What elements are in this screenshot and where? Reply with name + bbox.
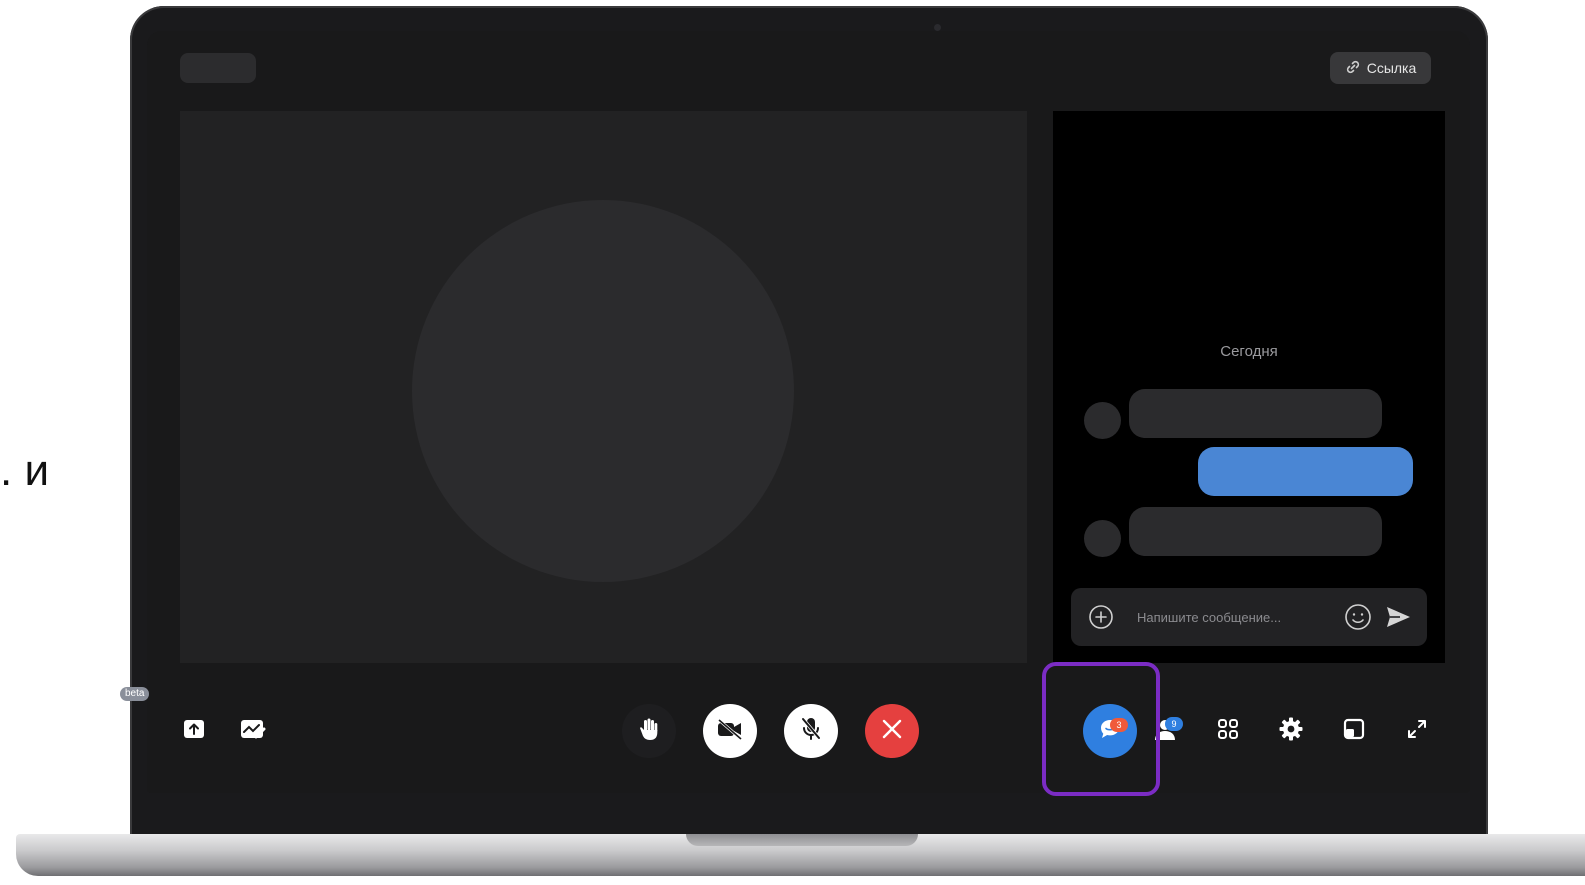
chat-button-highlight (1042, 662, 1160, 796)
participants-count-badge: 9 (1165, 717, 1183, 731)
whiteboard-button[interactable] (238, 717, 268, 745)
expand-icon (1406, 718, 1428, 745)
fullscreen-button[interactable] (1403, 717, 1431, 745)
chat-message-outgoing (1198, 447, 1413, 496)
video-call-screen: Ссылка Сегодня (147, 31, 1470, 793)
link-icon (1345, 59, 1361, 78)
camera-off-icon (716, 718, 744, 745)
copy-link-label: Ссылка (1366, 60, 1417, 76)
grid-icon (1216, 717, 1240, 746)
end-call-button[interactable] (865, 704, 919, 758)
share-screen-button[interactable] (180, 717, 208, 745)
settings-button[interactable] (1277, 717, 1305, 745)
chat-message-incoming (1129, 389, 1382, 438)
send-icon[interactable] (1383, 602, 1413, 632)
microphone-toggle-button[interactable] (784, 704, 838, 758)
layout-button[interactable] (1214, 717, 1242, 745)
side-caption: . и (0, 446, 50, 495)
close-icon (881, 718, 903, 745)
picture-in-picture-button[interactable] (1340, 717, 1368, 745)
meeting-title-placeholder (180, 53, 256, 83)
beta-badge: beta (120, 687, 150, 701)
emoji-icon[interactable] (1343, 602, 1373, 632)
participant-avatar (412, 200, 794, 582)
camera-toggle-button[interactable] (703, 704, 757, 758)
gear-icon (1278, 716, 1304, 747)
message-avatar (1084, 402, 1121, 439)
webcam (934, 24, 941, 31)
raise-hand-button[interactable] (622, 704, 676, 758)
chat-date-separator: Сегодня (1220, 343, 1278, 360)
upload-icon (182, 717, 206, 746)
video-tile (180, 111, 1027, 663)
message-input[interactable] (1135, 608, 1343, 626)
attach-plus-icon[interactable] (1087, 603, 1115, 631)
hand-icon (638, 717, 660, 746)
message-avatar (1084, 520, 1121, 557)
window-icon (1343, 718, 1365, 745)
laptop-notch (686, 834, 918, 846)
chat-panel: Сегодня (1053, 111, 1445, 663)
whiteboard-icon (239, 717, 267, 746)
microphone-off-icon (799, 716, 823, 747)
chat-message-incoming (1129, 507, 1382, 556)
message-composer (1071, 588, 1427, 646)
copy-link-button[interactable]: Ссылка (1330, 52, 1431, 84)
